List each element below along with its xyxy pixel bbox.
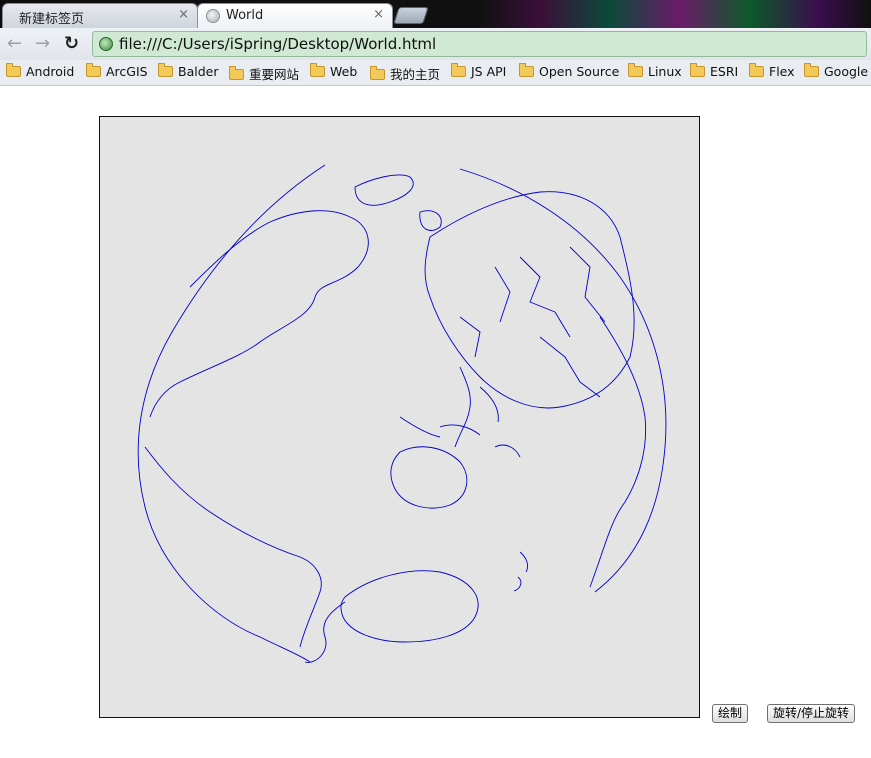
reload-icon[interactable]: ↻ [64, 34, 79, 54]
folder-icon [370, 66, 385, 80]
forward-arrow-icon[interactable]: → [35, 34, 50, 54]
india-region [589, 316, 647, 588]
folder-icon [804, 63, 819, 77]
url-text: file:///C:/Users/iSpring/Desktop/World.h… [119, 35, 437, 53]
close-icon[interactable]: × [178, 7, 189, 22]
tab-title: World [226, 8, 264, 23]
globe-limb [137, 164, 326, 663]
australia [390, 446, 468, 509]
browser-toolbar: ← → ↻ file:///C:/Users/iSpring/Desktop/W… [0, 28, 871, 60]
close-icon[interactable]: × [373, 7, 384, 22]
arctic-islands [354, 174, 442, 231]
folder-icon [690, 63, 705, 77]
folder-icon [749, 63, 764, 77]
folder-icon [451, 63, 466, 77]
new-tab-button[interactable] [393, 7, 429, 24]
new-zealand [513, 551, 529, 592]
south-america [144, 446, 322, 648]
bookmark-folder[interactable]: Open Source [519, 63, 619, 81]
folder-icon [158, 63, 173, 77]
east-asia-coast [454, 366, 499, 448]
bookmark-folder[interactable]: Web [310, 63, 357, 81]
bookmark-folder[interactable]: Balder [158, 63, 218, 81]
country-borders [459, 246, 606, 398]
tab-world[interactable]: World × [197, 3, 393, 28]
folder-icon [86, 63, 101, 77]
bookmark-folder[interactable]: Android [6, 63, 74, 81]
bookmark-folder[interactable]: Flex [749, 63, 795, 81]
globe-map [137, 164, 667, 663]
globe-canvas[interactable] [99, 116, 700, 718]
se-asia-islands [399, 416, 521, 458]
eurasia [424, 191, 635, 409]
bookmarks-bar: Android ArcGIS Balder 重要网站 Web 我的主页 JS A… [0, 60, 871, 86]
bookmark-folder[interactable]: ESRI [690, 63, 738, 81]
back-arrow-icon[interactable]: ← [7, 34, 22, 54]
bookmark-folder[interactable]: Google [804, 63, 868, 81]
antarctica [340, 570, 479, 643]
bookmark-folder[interactable]: ArcGIS [86, 63, 148, 81]
bookmark-folder[interactable]: JS API [451, 63, 506, 81]
tab-strip: 新建标签页 × World × [0, 0, 871, 28]
globe-icon [206, 9, 220, 23]
bookmark-folder[interactable]: Linux [628, 63, 682, 81]
folder-icon [628, 63, 643, 77]
folder-icon [229, 66, 244, 80]
address-bar[interactable]: file:///C:/Users/iSpring/Desktop/World.h… [92, 31, 867, 57]
draw-button[interactable]: 绘制 [712, 704, 749, 723]
folder-icon [310, 63, 325, 77]
antarctic-peninsula [304, 601, 346, 663]
page-globe-icon [99, 37, 113, 51]
bookmark-folder[interactable]: 重要网站 [229, 64, 299, 82]
tab-new-tab[interactable]: 新建标签页 × [2, 3, 198, 28]
rotate-toggle-button[interactable]: 旋转/停止旋转 [767, 704, 856, 723]
bookmark-folder[interactable]: 我的主页 [370, 64, 440, 82]
folder-icon [519, 63, 534, 77]
tab-title: 新建标签页 [19, 12, 85, 27]
folder-icon [6, 63, 21, 77]
